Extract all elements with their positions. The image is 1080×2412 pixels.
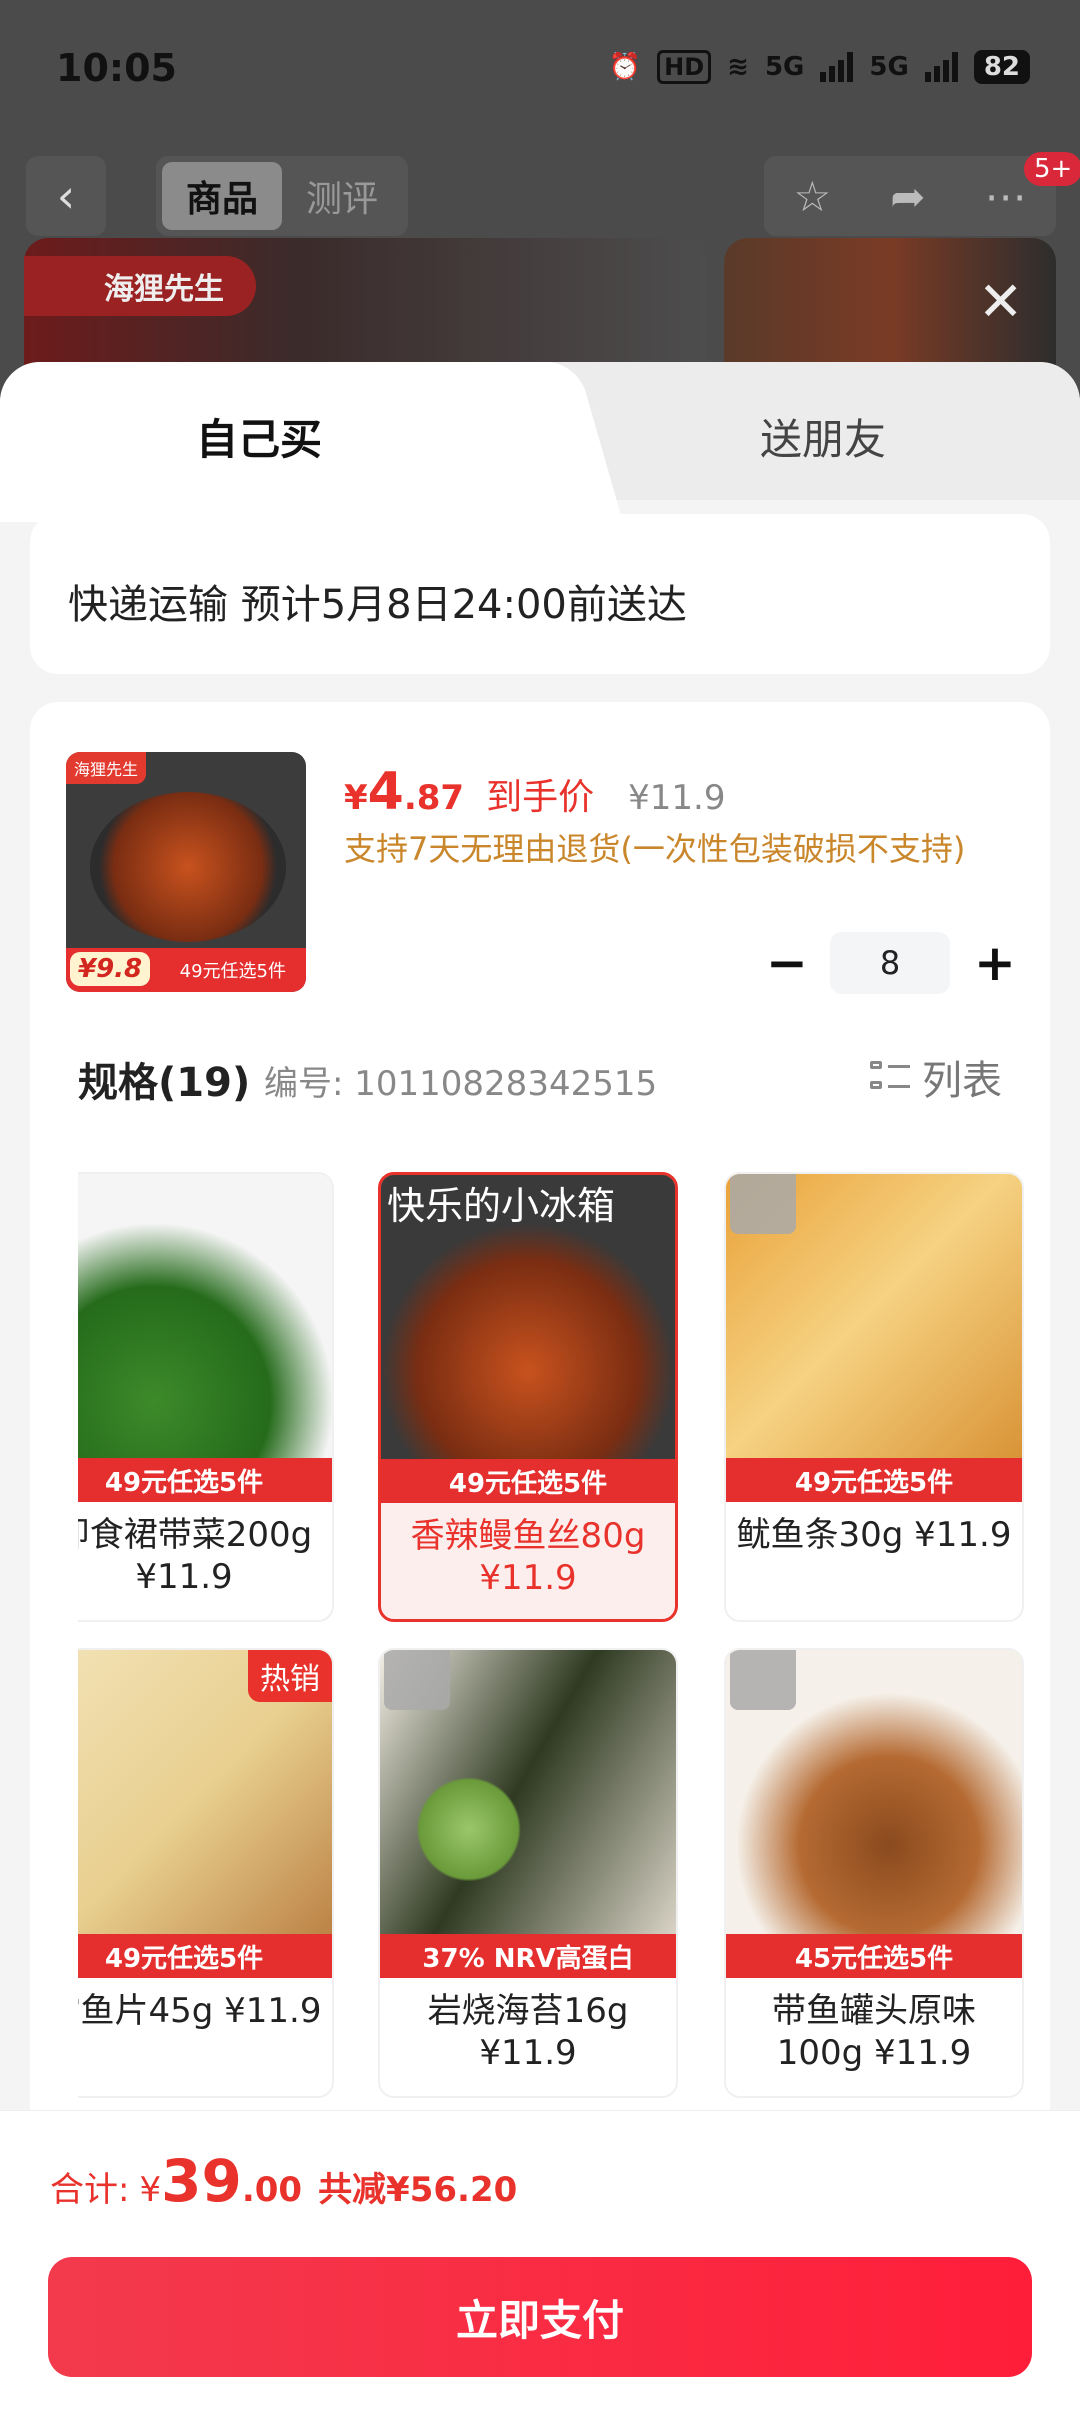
product-thumbnail: 海狸先生 49元任选5件 ¥9.8 xyxy=(66,752,306,992)
brand-tag: 海狸先生 xyxy=(24,256,256,316)
thumbnail-logo: 海狸先生 xyxy=(66,752,147,784)
item-name: 带鱼罐头原味100g ¥11.9 xyxy=(772,1991,976,2073)
network-label-2: 5G xyxy=(869,52,909,82)
status-bar: 10:05 ⏰ HD ≋ 5G 5G 82 xyxy=(0,0,1080,140)
total-decimal: .00 xyxy=(241,2170,303,2210)
spec-title: 规格(19) xyxy=(78,1060,251,1106)
status-time: 10:05 xyxy=(56,46,177,90)
quantity-stepper: − 8 + xyxy=(766,932,1016,994)
item-promo: 49元任选5件 xyxy=(381,1459,675,1503)
item-promo: 49元任选5件 xyxy=(726,1458,1022,1502)
total-symbol: ¥ xyxy=(139,2170,162,2210)
minus-button[interactable]: − xyxy=(766,934,808,992)
price-symbol: ¥ xyxy=(344,778,368,818)
spec-item[interactable]: 45元任选5件 带鱼罐头原味100g ¥11.9 xyxy=(724,1648,1024,2098)
list-icon xyxy=(870,1059,910,1095)
share-icon[interactable]: ➦ xyxy=(890,172,925,221)
hot-badge: 热销 xyxy=(248,1650,332,1702)
spec-item-selected[interactable]: 快乐的小冰箱 49元任选5件 香辣鳗鱼丝80g ¥11.9 xyxy=(378,1172,678,1622)
tab-review[interactable]: 测评 xyxy=(282,162,402,230)
close-icon[interactable]: ✕ xyxy=(978,270,1023,333)
tab-send-friend[interactable]: 送朋友 xyxy=(760,406,886,467)
return-policy: 支持7天无理由退货(一次性包装破损不支持) xyxy=(344,830,966,868)
header-tools: ☆ ➦ ⋯ xyxy=(764,156,1056,236)
total-savings: 共减¥56.20 xyxy=(318,2170,518,2210)
spec-item[interactable]: 热销 49元任选5件 鳕鱼片45g ¥11.9 xyxy=(78,1648,334,2098)
more-icon[interactable]: ⋯ xyxy=(984,172,1026,221)
plus-button[interactable]: + xyxy=(974,934,1016,992)
message-badge: 5+ xyxy=(1024,152,1080,186)
watermark-text: 快乐的小冰箱 xyxy=(387,1184,616,1228)
tab-product[interactable]: 商品 xyxy=(162,162,282,230)
back-button[interactable]: ‹ xyxy=(26,156,106,236)
item-name: 即食裙带菜200g ¥11.9 xyxy=(78,1515,313,1597)
price-integer: 4 xyxy=(367,762,404,822)
item-promo: 45元任选5件 xyxy=(726,1934,1022,1978)
signal-icon-2 xyxy=(924,52,958,82)
star-icon[interactable]: ☆ xyxy=(794,172,832,221)
price-label: 到手价 xyxy=(486,777,595,818)
status-icons: ⏰ HD ≋ 5G 5G 82 xyxy=(609,50,1030,84)
total-integer: 39 xyxy=(161,2147,242,2215)
list-view-label: 列表 xyxy=(922,1058,1002,1104)
purchase-sheet: 自己买 送朋友 快递运输 预计5月8日24:00前送达 海狸先生 49元任选5件… xyxy=(0,362,1080,2412)
tab-buy-self[interactable]: 自己买 xyxy=(196,406,322,467)
thumbnail-food xyxy=(90,792,286,942)
total-label: 合计: xyxy=(50,2170,130,2210)
pay-now-button[interactable]: 立即支付 xyxy=(48,2257,1032,2377)
quantity-input[interactable]: 8 xyxy=(830,932,950,994)
alarm-icon: ⏰ xyxy=(608,52,642,82)
item-name: 香辣鳗鱼丝80g ¥11.9 xyxy=(410,1516,646,1598)
expand-icon[interactable] xyxy=(384,1650,450,1710)
wifi-icon: ≋ xyxy=(727,52,749,82)
original-price: ¥11.9 xyxy=(628,778,726,818)
delivery-card: 快递运输 预计5月8日24:00前送达 xyxy=(30,514,1050,674)
hd-icon: HD xyxy=(657,50,712,84)
header-tabs: 商品 测评 xyxy=(156,156,408,236)
price-decimal: .87 xyxy=(403,778,465,818)
spec-item[interactable]: 49元任选5件 鱿鱼条30g ¥11.9 xyxy=(724,1172,1024,1622)
item-promo: 49元任选5件 xyxy=(78,1934,332,1978)
spec-item[interactable]: 49元任选5件 即食裙带菜200g ¥11.9 xyxy=(78,1172,334,1622)
signal-icon xyxy=(820,52,854,82)
item-promo: 49元任选5件 xyxy=(78,1458,332,1502)
battery-icon: 82 xyxy=(973,50,1030,84)
list-view-toggle[interactable]: 列表 xyxy=(870,1048,1002,1106)
spec-code: 编号: 10110828342515 xyxy=(264,1064,658,1104)
spec-grid: 49元任选5件 即食裙带菜200g ¥11.9 快乐的小冰箱 49元任选5件 香… xyxy=(78,1172,1032,2112)
item-image xyxy=(78,1174,332,1500)
network-label-1: 5G xyxy=(764,52,805,82)
spec-item[interactable]: 37% NRV高蛋白 岩烧海苔16g ¥11.9 xyxy=(378,1648,678,2098)
price-row: ¥ 4 .87 到手价 ¥11.9 xyxy=(344,762,725,822)
item-promo: 37% NRV高蛋白 xyxy=(380,1934,676,1978)
item-name: 岩烧海苔16g ¥11.9 xyxy=(427,1991,629,2073)
delivery-text: 快递运输 预计5月8日24:00前送达 xyxy=(68,582,687,628)
item-name: 鳕鱼片45g ¥11.9 xyxy=(78,1991,322,2031)
item-name: 鱿鱼条30g ¥11.9 xyxy=(736,1515,1012,1555)
checkout-bar: 合计: ¥ 39 .00 共减¥56.20 立即支付 xyxy=(0,2110,1080,2412)
expand-icon[interactable] xyxy=(730,1650,796,1710)
total-price: 合计: ¥ 39 .00 共减¥56.20 xyxy=(50,2147,517,2215)
purchase-tabs: 自己买 送朋友 xyxy=(0,362,1080,522)
expand-icon[interactable] xyxy=(730,1174,796,1234)
chevron-left-icon: ‹ xyxy=(56,169,76,223)
thumbnail-price: ¥9.8 xyxy=(70,952,151,986)
